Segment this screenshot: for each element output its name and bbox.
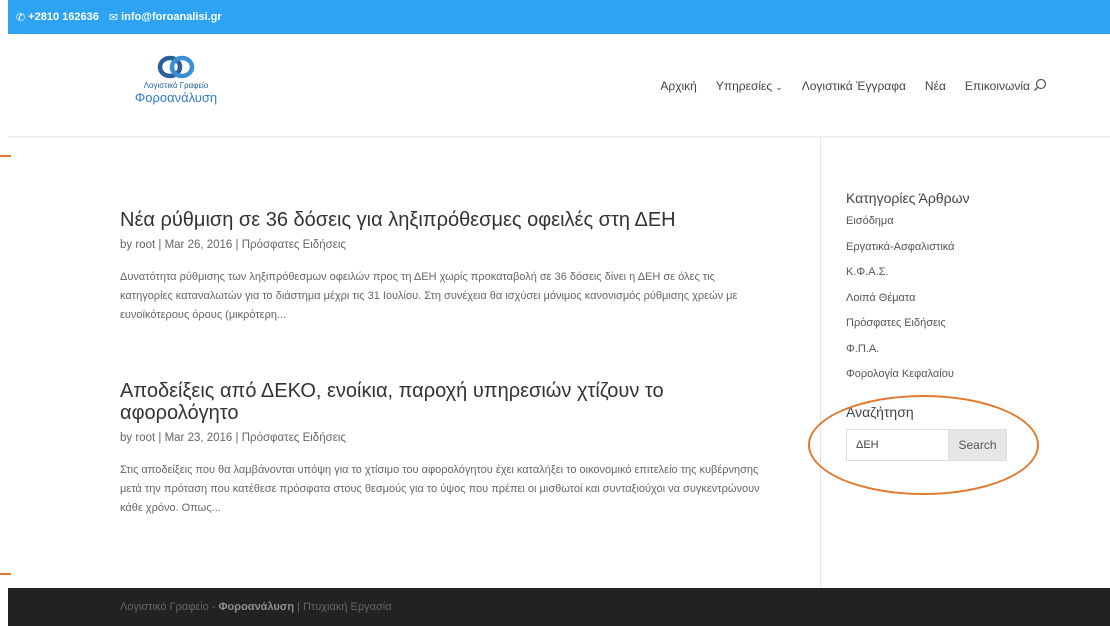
nav-item-contact[interactable]: Επικοινωνία [965, 79, 1030, 93]
post-date: Mar 23, 2016 [164, 432, 233, 444]
nav-item-services[interactable]: Υπηρεσίες ⌄ [716, 79, 783, 93]
search-icon[interactable] [1032, 77, 1048, 93]
category-link[interactable]: Εισόδημα [846, 214, 1046, 240]
email-address: info@foroanalisi.gr [121, 11, 222, 23]
email-icon: ✉ [108, 11, 119, 24]
post-excerpt: Στις αποδείξεις που θα λαμβάνονται υπόψη… [120, 464, 760, 514]
post-meta: by root | Mar 23, 2016 | Πρόσφατες Ειδήσ… [120, 432, 346, 444]
post-item: Αποδείξεις από ΔΕΚΟ, ενοίκια, παροχή υπη… [120, 380, 770, 518]
phone-number: +2810 162636 [28, 11, 99, 23]
nav-item-home[interactable]: Αρχική [660, 79, 696, 93]
annotation-mark [0, 155, 11, 157]
post-category[interactable]: Πρόσφατες Ειδήσεις [242, 432, 346, 444]
sidebar-divider [820, 137, 821, 588]
post-meta: by root | Mar 26, 2016 | Πρόσφατες Ειδήσ… [120, 239, 346, 251]
footer-suffix: | Πτυχιακή Εργασία [297, 601, 392, 613]
nav-item-documents[interactable]: Λογιστικά Έγγραφα [802, 79, 906, 93]
category-link[interactable]: Φορολογία Κεφαλαίου [846, 367, 1046, 393]
logo-icon [157, 55, 195, 79]
post-item: Νέα ρύθμιση σε 36 δόσεις για ληξιπρόθεσμ… [120, 209, 770, 325]
site-logo[interactable]: Λογιστικό Γραφείο Φοροανάλυση [121, 54, 231, 124]
email-contact[interactable]: ✉ info@foroanalisi.gr [109, 11, 222, 24]
post-title[interactable]: Νέα ρύθμιση σε 36 δόσεις για ληξιπρόθεσμ… [120, 209, 770, 231]
annotation-mark [0, 573, 11, 575]
site-header: Λογιστικό Γραφείο Φοροανάλυση Αρχική Υπη… [8, 34, 1110, 137]
category-link[interactable]: Λοιπά Θέματα [846, 291, 1046, 317]
category-link[interactable]: Κ.Φ.Α.Σ. [846, 265, 1046, 291]
post-author[interactable]: root [135, 239, 155, 251]
category-link[interactable]: Πρόσφατες Ειδήσεις [846, 316, 1046, 342]
phone-icon: ✆ [16, 11, 26, 24]
chevron-down-icon: ⌄ [775, 82, 783, 92]
footer-brand: Φοροανάλυση [218, 601, 295, 613]
top-bar: ✆ +2810 162636 ✉ info@foroanalisi.gr [8, 0, 1110, 34]
post-category[interactable]: Πρόσφατες Ειδήσεις [242, 239, 346, 251]
site-footer: Λογιστικό Γραφείο - Φοροανάλυση | Πτυχια… [8, 588, 1110, 626]
categories-title: Κατηγορίες Άρθρων [846, 190, 970, 206]
logo-line1: Λογιστικό Γραφείο [143, 81, 209, 90]
main-nav: Αρχική Υπηρεσίες ⌄ Λογιστικά Έγγραφα Νέα … [641, 79, 1030, 93]
category-link[interactable]: Εργατικά-Ασφαλιστικά [846, 240, 1046, 266]
category-link[interactable]: Φ.Π.Α. [846, 342, 1046, 368]
sidebar-categories: Κατηγορίες Άρθρων Εισόδημα Εργατικά-Ασφα… [846, 190, 1046, 393]
phone-contact[interactable]: ✆ +2810 162636 [16, 11, 99, 24]
footer-prefix: Λογιστικό Γραφείο - [120, 601, 216, 613]
logo-line2: Φοροανάλυση [134, 90, 218, 105]
categories-list: Εισόδημα Εργατικά-Ασφαλιστικά Κ.Φ.Α.Σ. Λ… [846, 214, 1046, 393]
post-title[interactable]: Αποδείξεις από ΔΕΚΟ, ενοίκια, παροχή υπη… [120, 380, 770, 424]
post-date: Mar 26, 2016 [164, 239, 233, 251]
annotation-circle [808, 395, 1039, 495]
post-author[interactable]: root [135, 432, 155, 444]
nav-item-news[interactable]: Νέα [925, 79, 946, 93]
post-excerpt: Δυνατότητα ρύθμισης των ληξιπρόθεσμων οφ… [120, 271, 738, 321]
nav-item-services-label: Υπηρεσίες [715, 79, 773, 93]
